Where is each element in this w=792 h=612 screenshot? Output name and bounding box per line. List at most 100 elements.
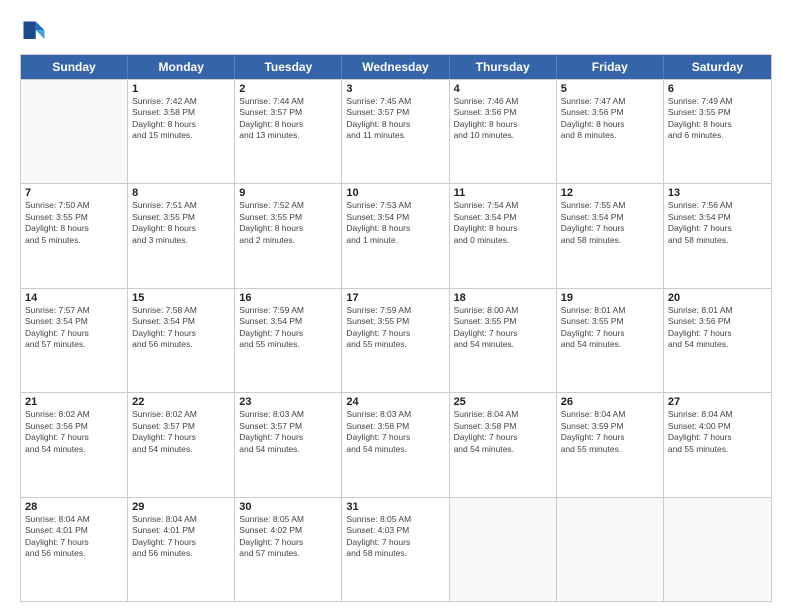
calendar-week: 7Sunrise: 7:50 AM Sunset: 3:55 PM Daylig… (21, 183, 771, 287)
day-number: 25 (454, 396, 552, 408)
calendar-day-29: 29Sunrise: 8:04 AM Sunset: 4:01 PM Dayli… (128, 498, 235, 601)
weekday-header: Wednesday (342, 55, 449, 79)
weekday-header: Monday (128, 55, 235, 79)
day-info: Sunrise: 8:01 AM Sunset: 3:55 PM Dayligh… (561, 305, 659, 351)
day-info: Sunrise: 7:50 AM Sunset: 3:55 PM Dayligh… (25, 200, 123, 246)
day-number: 6 (668, 83, 767, 95)
day-number: 28 (25, 501, 123, 513)
weekday-header: Sunday (21, 55, 128, 79)
weekday-header: Tuesday (235, 55, 342, 79)
day-number: 4 (454, 83, 552, 95)
calendar-day-1: 1Sunrise: 7:42 AM Sunset: 3:58 PM Daylig… (128, 80, 235, 183)
day-number: 22 (132, 396, 230, 408)
calendar-day-11: 11Sunrise: 7:54 AM Sunset: 3:54 PM Dayli… (450, 184, 557, 287)
calendar-week: 1Sunrise: 7:42 AM Sunset: 3:58 PM Daylig… (21, 79, 771, 183)
day-info: Sunrise: 7:55 AM Sunset: 3:54 PM Dayligh… (561, 200, 659, 246)
day-number: 31 (346, 501, 444, 513)
calendar-week: 28Sunrise: 8:04 AM Sunset: 4:01 PM Dayli… (21, 497, 771, 601)
calendar-day-26: 26Sunrise: 8:04 AM Sunset: 3:59 PM Dayli… (557, 393, 664, 496)
day-info: Sunrise: 7:42 AM Sunset: 3:58 PM Dayligh… (132, 96, 230, 142)
calendar-day-21: 21Sunrise: 8:02 AM Sunset: 3:56 PM Dayli… (21, 393, 128, 496)
day-number: 10 (346, 187, 444, 199)
calendar-day-18: 18Sunrise: 8:00 AM Sunset: 3:55 PM Dayli… (450, 289, 557, 392)
calendar-day-31: 31Sunrise: 8:05 AM Sunset: 4:03 PM Dayli… (342, 498, 449, 601)
calendar-body: 1Sunrise: 7:42 AM Sunset: 3:58 PM Daylig… (21, 79, 771, 601)
day-info: Sunrise: 8:04 AM Sunset: 4:01 PM Dayligh… (25, 514, 123, 560)
day-info: Sunrise: 7:45 AM Sunset: 3:57 PM Dayligh… (346, 96, 444, 142)
day-info: Sunrise: 8:05 AM Sunset: 4:03 PM Dayligh… (346, 514, 444, 560)
day-number: 13 (668, 187, 767, 199)
day-info: Sunrise: 7:59 AM Sunset: 3:54 PM Dayligh… (239, 305, 337, 351)
calendar-day-27: 27Sunrise: 8:04 AM Sunset: 4:00 PM Dayli… (664, 393, 771, 496)
day-number: 11 (454, 187, 552, 199)
day-info: Sunrise: 8:04 AM Sunset: 3:58 PM Dayligh… (454, 409, 552, 455)
day-info: Sunrise: 8:04 AM Sunset: 4:01 PM Dayligh… (132, 514, 230, 560)
calendar-empty-cell (664, 498, 771, 601)
day-number: 20 (668, 292, 767, 304)
day-info: Sunrise: 7:44 AM Sunset: 3:57 PM Dayligh… (239, 96, 337, 142)
day-info: Sunrise: 8:02 AM Sunset: 3:57 PM Dayligh… (132, 409, 230, 455)
calendar-empty-cell (557, 498, 664, 601)
calendar-day-16: 16Sunrise: 7:59 AM Sunset: 3:54 PM Dayli… (235, 289, 342, 392)
day-info: Sunrise: 7:52 AM Sunset: 3:55 PM Dayligh… (239, 200, 337, 246)
day-number: 30 (239, 501, 337, 513)
day-number: 12 (561, 187, 659, 199)
day-info: Sunrise: 8:03 AM Sunset: 3:58 PM Dayligh… (346, 409, 444, 455)
day-info: Sunrise: 7:47 AM Sunset: 3:56 PM Dayligh… (561, 96, 659, 142)
day-number: 9 (239, 187, 337, 199)
day-number: 24 (346, 396, 444, 408)
calendar-day-28: 28Sunrise: 8:04 AM Sunset: 4:01 PM Dayli… (21, 498, 128, 601)
day-info: Sunrise: 7:58 AM Sunset: 3:54 PM Dayligh… (132, 305, 230, 351)
day-number: 23 (239, 396, 337, 408)
logo-icon (20, 18, 48, 46)
calendar-day-13: 13Sunrise: 7:56 AM Sunset: 3:54 PM Dayli… (664, 184, 771, 287)
day-number: 3 (346, 83, 444, 95)
page-header (20, 18, 772, 46)
day-number: 8 (132, 187, 230, 199)
day-info: Sunrise: 7:54 AM Sunset: 3:54 PM Dayligh… (454, 200, 552, 246)
day-info: Sunrise: 7:49 AM Sunset: 3:55 PM Dayligh… (668, 96, 767, 142)
calendar: SundayMondayTuesdayWednesdayThursdayFrid… (20, 54, 772, 602)
day-info: Sunrise: 7:57 AM Sunset: 3:54 PM Dayligh… (25, 305, 123, 351)
calendar-empty-cell (21, 80, 128, 183)
day-number: 14 (25, 292, 123, 304)
calendar-day-12: 12Sunrise: 7:55 AM Sunset: 3:54 PM Dayli… (557, 184, 664, 287)
day-number: 2 (239, 83, 337, 95)
day-number: 18 (454, 292, 552, 304)
calendar-header: SundayMondayTuesdayWednesdayThursdayFrid… (21, 55, 771, 79)
day-number: 16 (239, 292, 337, 304)
calendar-day-5: 5Sunrise: 7:47 AM Sunset: 3:56 PM Daylig… (557, 80, 664, 183)
calendar-day-8: 8Sunrise: 7:51 AM Sunset: 3:55 PM Daylig… (128, 184, 235, 287)
day-info: Sunrise: 8:01 AM Sunset: 3:56 PM Dayligh… (668, 305, 767, 351)
day-info: Sunrise: 7:59 AM Sunset: 3:55 PM Dayligh… (346, 305, 444, 351)
calendar-day-6: 6Sunrise: 7:49 AM Sunset: 3:55 PM Daylig… (664, 80, 771, 183)
calendar-day-7: 7Sunrise: 7:50 AM Sunset: 3:55 PM Daylig… (21, 184, 128, 287)
day-number: 1 (132, 83, 230, 95)
calendar-day-9: 9Sunrise: 7:52 AM Sunset: 3:55 PM Daylig… (235, 184, 342, 287)
day-info: Sunrise: 8:03 AM Sunset: 3:57 PM Dayligh… (239, 409, 337, 455)
calendar-day-19: 19Sunrise: 8:01 AM Sunset: 3:55 PM Dayli… (557, 289, 664, 392)
day-number: 29 (132, 501, 230, 513)
calendar-day-22: 22Sunrise: 8:02 AM Sunset: 3:57 PM Dayli… (128, 393, 235, 496)
day-info: Sunrise: 8:05 AM Sunset: 4:02 PM Dayligh… (239, 514, 337, 560)
day-info: Sunrise: 8:00 AM Sunset: 3:55 PM Dayligh… (454, 305, 552, 351)
calendar-day-23: 23Sunrise: 8:03 AM Sunset: 3:57 PM Dayli… (235, 393, 342, 496)
day-info: Sunrise: 8:02 AM Sunset: 3:56 PM Dayligh… (25, 409, 123, 455)
day-info: Sunrise: 8:04 AM Sunset: 4:00 PM Dayligh… (668, 409, 767, 455)
calendar-week: 21Sunrise: 8:02 AM Sunset: 3:56 PM Dayli… (21, 392, 771, 496)
day-number: 17 (346, 292, 444, 304)
day-info: Sunrise: 7:53 AM Sunset: 3:54 PM Dayligh… (346, 200, 444, 246)
day-number: 21 (25, 396, 123, 408)
calendar-day-17: 17Sunrise: 7:59 AM Sunset: 3:55 PM Dayli… (342, 289, 449, 392)
calendar-day-24: 24Sunrise: 8:03 AM Sunset: 3:58 PM Dayli… (342, 393, 449, 496)
calendar-day-3: 3Sunrise: 7:45 AM Sunset: 3:57 PM Daylig… (342, 80, 449, 183)
weekday-header: Saturday (664, 55, 771, 79)
day-number: 7 (25, 187, 123, 199)
day-number: 27 (668, 396, 767, 408)
calendar-empty-cell (450, 498, 557, 601)
calendar-day-14: 14Sunrise: 7:57 AM Sunset: 3:54 PM Dayli… (21, 289, 128, 392)
weekday-header: Friday (557, 55, 664, 79)
calendar-day-10: 10Sunrise: 7:53 AM Sunset: 3:54 PM Dayli… (342, 184, 449, 287)
calendar-day-4: 4Sunrise: 7:46 AM Sunset: 3:56 PM Daylig… (450, 80, 557, 183)
day-number: 19 (561, 292, 659, 304)
